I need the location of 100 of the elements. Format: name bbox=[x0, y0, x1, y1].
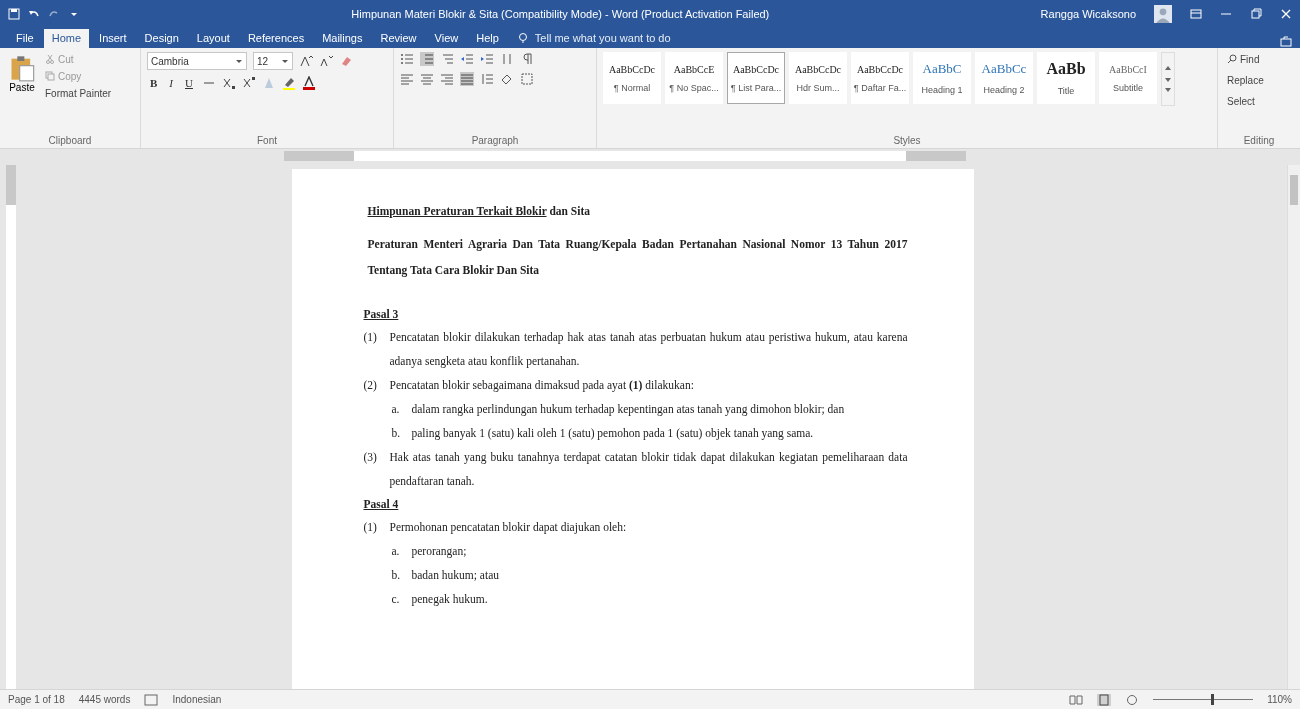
format-painter-button[interactable]: Format Painter bbox=[42, 86, 115, 101]
font-size-field[interactable]: 12 bbox=[253, 52, 293, 70]
document-title-suffix: dan Sita bbox=[549, 205, 590, 217]
close-icon[interactable] bbox=[1280, 8, 1292, 20]
scroll-arrows-icon[interactable] bbox=[1164, 64, 1172, 94]
list-item-text: dalam rangka perlindungan hukum terhadap kepentingan atas tanah yang dimohon blokir; dan bbox=[411, 402, 846, 418]
group-label: Styles bbox=[892, 135, 922, 146]
align-left-icon[interactable] bbox=[400, 72, 414, 86]
replace-button[interactable]: Replace bbox=[1224, 73, 1294, 88]
select-button[interactable]: Select bbox=[1224, 94, 1294, 109]
borders-icon[interactable] bbox=[520, 72, 534, 86]
scissors-icon bbox=[45, 54, 55, 64]
ribbon-tab[interactable]: File bbox=[8, 29, 42, 48]
document-heading: Peraturan Menteri Agraria Dan Tata Ruang/Kepala Badan Pertanahan Nasional Nomor 13 Tahun 2017 Tentang Tata Cara Blokir Dan Sita bbox=[367, 237, 908, 279]
article-heading: Pasal 3 bbox=[363, 308, 399, 320]
align-right-icon[interactable] bbox=[440, 72, 454, 86]
dropdown-caret-icon[interactable] bbox=[281, 57, 289, 65]
clause-text: Permohonan pencatatan blokir dapat diajukan oleh: bbox=[389, 520, 628, 536]
shrink-font-icon[interactable] bbox=[319, 54, 333, 68]
style-gallery-item[interactable]: AaBbCcI Subtitle bbox=[1099, 52, 1157, 104]
read-mode-icon[interactable] bbox=[1069, 693, 1084, 706]
clause-number: (1) bbox=[363, 520, 378, 536]
format-button[interactable]: B bbox=[147, 77, 161, 89]
group-label: Font bbox=[256, 135, 278, 146]
list-item-text: penegak hukum. bbox=[411, 592, 489, 608]
clause-text: Pencatatan blokir dilakukan terhadap hak atas tanah atas perbuatan hukum atau peristiwa hukum, atau karena adanya sengketa atau konflik pertanahan. bbox=[389, 330, 908, 370]
clause-number: (1) bbox=[363, 330, 378, 346]
list-letter: a. bbox=[391, 544, 401, 559]
list-item-text: badan hukum; atau bbox=[411, 568, 500, 583]
save-icon[interactable] bbox=[8, 8, 20, 20]
ribbon-tab[interactable]: Home bbox=[43, 29, 90, 48]
style-gallery-item[interactable]: AaBbCcDc ¶ List Para... bbox=[727, 52, 785, 104]
clause-number: (2) bbox=[363, 378, 378, 394]
list-item-text: paling banyak 1 (satu) kali oleh 1 (satu) pemohon pada 1 (satu) objek tanah yang sama. bbox=[411, 426, 815, 442]
line-spacing-icon[interactable] bbox=[480, 72, 494, 86]
document-title: Himpunan Peraturan Terkait Blokir bbox=[367, 205, 547, 217]
paste-button[interactable]: Paste bbox=[6, 52, 38, 135]
format-button[interactable]: I bbox=[166, 77, 176, 89]
search-icon bbox=[1227, 54, 1237, 64]
style-gallery-item[interactable]: AaBbCcDc ¶ Normal bbox=[603, 52, 661, 104]
zoom-thumb[interactable] bbox=[1211, 694, 1215, 705]
ribbon-tab[interactable]: Mailings bbox=[314, 29, 371, 48]
multilevel-list-icon[interactable] bbox=[440, 52, 454, 66]
style-gallery-item[interactable]: AaBbCcDc ¶ Daftar Fa... bbox=[851, 52, 909, 104]
clause-text: Hak atas tanah yang buku tanahnya terdapat catatan blokir tidak dapat dilakukan kegiatan pemeliharaan data pendaftaran tanah. bbox=[389, 450, 908, 490]
find-button[interactable]: Find bbox=[1224, 52, 1294, 67]
print-layout-icon[interactable] bbox=[1097, 693, 1112, 706]
copy-icon bbox=[45, 71, 55, 81]
ribbon-tab[interactable]: Design bbox=[136, 29, 187, 48]
user-name[interactable]: Rangga Wicaksono bbox=[1040, 8, 1136, 20]
restore-icon[interactable] bbox=[1250, 8, 1262, 20]
group-label: Paragraph bbox=[470, 135, 520, 146]
grow-font-icon[interactable] bbox=[299, 54, 313, 68]
font-name-field[interactable]: Cambria bbox=[147, 52, 247, 70]
list-letter: b. bbox=[391, 426, 402, 441]
dropdown-caret-icon[interactable] bbox=[235, 57, 243, 65]
style-gallery-item[interactable]: AaBbC Heading 1 bbox=[913, 52, 971, 104]
style-gallery-item[interactable]: AaBbCcDc Hdr Sum... bbox=[789, 52, 847, 104]
list-letter: a. bbox=[391, 402, 401, 417]
ribbon-tab[interactable]: Help bbox=[468, 29, 507, 48]
clear-formatting-icon[interactable] bbox=[339, 54, 353, 68]
numbering-icon[interactable] bbox=[420, 52, 434, 66]
shading-icon[interactable] bbox=[500, 72, 514, 86]
style-gallery-item[interactable]: AaBb Title bbox=[1037, 52, 1095, 104]
ribbon-tab[interactable]: Layout bbox=[188, 29, 238, 48]
align-center-icon[interactable] bbox=[420, 72, 434, 86]
web-layout-icon[interactable] bbox=[1125, 693, 1140, 706]
clause-number: (3) bbox=[363, 450, 378, 466]
style-gallery-item[interactable]: AaBbCcE ¶ No Spac... bbox=[665, 52, 723, 104]
subscript-icon[interactable] bbox=[221, 76, 236, 90]
clause-text: Pencatatan blokir sebagaimana dimaksud pada ayat (1) dilakukan: bbox=[389, 378, 695, 394]
font-color-icon[interactable] bbox=[301, 76, 316, 90]
ribbon-tab[interactable]: Insert bbox=[91, 29, 135, 48]
gallery-scroller[interactable] bbox=[1161, 52, 1175, 106]
ribbon-tab[interactable]: View bbox=[426, 29, 467, 48]
group-label: Clipboard bbox=[47, 135, 93, 146]
list-item-text: perorangan; bbox=[411, 544, 468, 560]
list-letter: b. bbox=[391, 568, 402, 583]
highlighter-icon[interactable] bbox=[281, 76, 296, 90]
style-gallery-item[interactable]: AaBbCc Heading 2 bbox=[975, 52, 1033, 104]
window-title: Himpunan Materi Blokir & Sita (Compatibility Mode) - Word (Product Activation Failed) bbox=[350, 8, 771, 20]
superscript-icon[interactable] bbox=[241, 76, 256, 90]
tell-me-field[interactable]: Tell me what you want to do bbox=[516, 31, 727, 48]
bullets-icon[interactable] bbox=[400, 52, 414, 66]
format-button[interactable]: U bbox=[182, 77, 196, 89]
lightbulb-icon bbox=[516, 32, 529, 44]
word-count[interactable]: 4445 words bbox=[78, 694, 131, 705]
vertical-scrollbar[interactable] bbox=[1287, 165, 1300, 689]
justify-icon[interactable] bbox=[460, 72, 474, 86]
language-status[interactable]: Indonesian bbox=[172, 694, 222, 705]
page-count[interactable]: Page 1 of 18 bbox=[8, 694, 65, 705]
ribbon-display-icon[interactable] bbox=[1190, 8, 1202, 20]
share-icon[interactable] bbox=[1280, 36, 1292, 48]
ribbon-tab[interactable]: Review bbox=[372, 29, 425, 48]
increase-indent-icon[interactable] bbox=[480, 52, 494, 66]
list-letter: c. bbox=[391, 592, 401, 607]
ribbon-tab[interactable]: References bbox=[239, 29, 313, 48]
pilcrow-icon[interactable] bbox=[520, 52, 534, 66]
decrease-indent-icon[interactable] bbox=[460, 52, 474, 66]
zoom-level[interactable]: 110% bbox=[1267, 694, 1292, 705]
